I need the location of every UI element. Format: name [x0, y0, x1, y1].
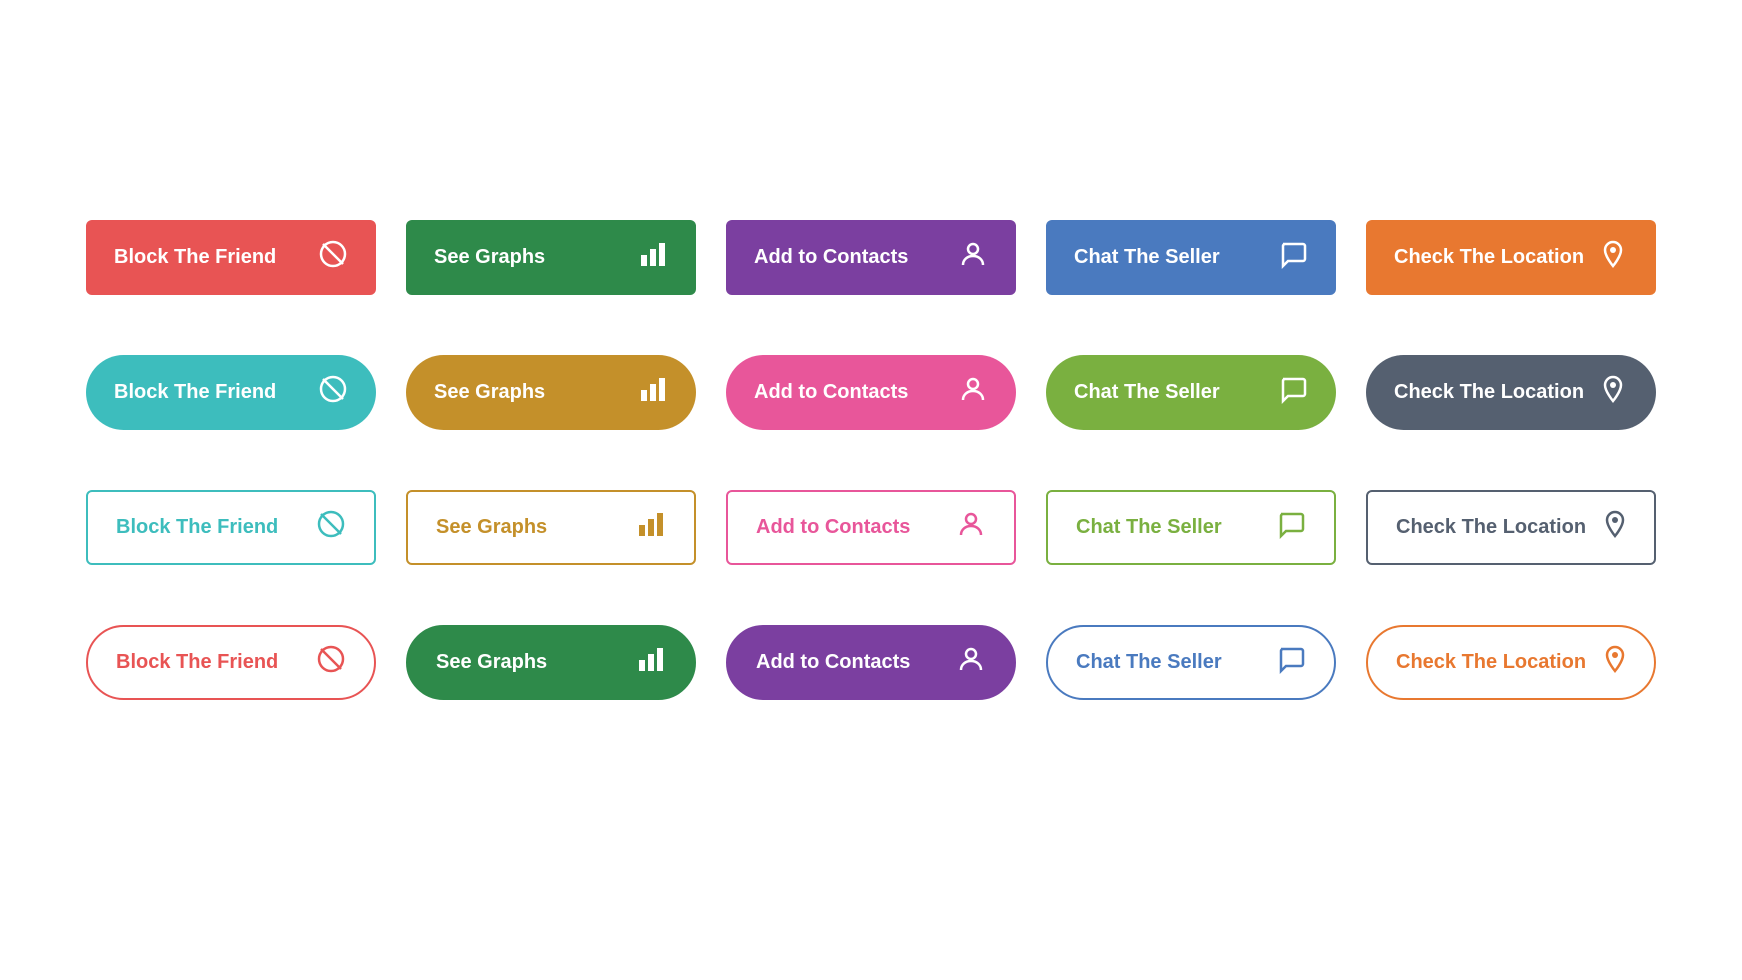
chat-icon-1 [1278, 239, 1308, 276]
contacts-icon-4 [956, 644, 986, 681]
location-icon-1 [1598, 239, 1628, 276]
graphs-icon-4 [636, 644, 666, 681]
button-row-1: Block The Friend See Graphs Add to Conta… [60, 220, 1682, 295]
chat-seller-label-2: Chat The Seller [1074, 381, 1220, 404]
chat-seller-button-3[interactable]: Chat The Seller [1046, 490, 1336, 565]
check-location-button-1[interactable]: Check The Location [1366, 220, 1656, 295]
check-location-label-1: Check The Location [1394, 246, 1584, 269]
add-contacts-label-1: Add to Contacts [754, 246, 908, 269]
check-location-button-2[interactable]: Check The Location [1366, 355, 1656, 430]
see-graphs-label-4: See Graphs [436, 651, 547, 674]
block-friend-label-1: Block The Friend [114, 246, 276, 269]
block-friend-button-3[interactable]: Block The Friend [86, 490, 376, 565]
add-contacts-label-3: Add to Contacts [756, 516, 910, 539]
graphs-icon-1 [638, 239, 668, 276]
chat-icon-4 [1276, 644, 1306, 681]
contacts-icon-1 [958, 239, 988, 276]
button-row-4: Block The Friend See Graphs Add to Conta… [60, 625, 1682, 700]
add-contacts-label-2: Add to Contacts [754, 381, 908, 404]
location-icon-3 [1600, 509, 1630, 546]
chat-icon-3 [1276, 509, 1306, 546]
contacts-icon-2 [958, 374, 988, 411]
chat-seller-button-2[interactable]: Chat The Seller [1046, 355, 1336, 430]
check-location-label-2: Check The Location [1394, 381, 1584, 404]
block-friend-button-2[interactable]: Block The Friend [86, 355, 376, 430]
contacts-icon-3 [956, 509, 986, 546]
add-contacts-button-4[interactable]: Add to Contacts [726, 625, 1016, 700]
block-friend-label-4: Block The Friend [116, 651, 278, 674]
block-friend-button-1[interactable]: Block The Friend [86, 220, 376, 295]
see-graphs-button-3[interactable]: See Graphs [406, 490, 696, 565]
chat-seller-button-1[interactable]: Chat The Seller [1046, 220, 1336, 295]
see-graphs-label-3: See Graphs [436, 516, 547, 539]
chat-seller-label-1: Chat The Seller [1074, 246, 1220, 269]
location-icon-2 [1598, 374, 1628, 411]
chat-seller-label-3: Chat The Seller [1076, 516, 1222, 539]
see-graphs-button-4[interactable]: See Graphs [406, 625, 696, 700]
block-friend-label-2: Block The Friend [114, 381, 276, 404]
block-friend-label-3: Block The Friend [116, 516, 278, 539]
graphs-icon-3 [636, 509, 666, 546]
button-row-3: Block The Friend See Graphs Add to Conta… [60, 490, 1682, 565]
add-contacts-button-2[interactable]: Add to Contacts [726, 355, 1016, 430]
see-graphs-button-2[interactable]: See Graphs [406, 355, 696, 430]
block-friend-button-4[interactable]: Block The Friend [86, 625, 376, 700]
check-location-label-4: Check The Location [1396, 651, 1586, 674]
chat-icon-2 [1278, 374, 1308, 411]
add-contacts-button-1[interactable]: Add to Contacts [726, 220, 1016, 295]
check-location-label-3: Check The Location [1396, 516, 1586, 539]
check-location-button-3[interactable]: Check The Location [1366, 490, 1656, 565]
block-icon-3 [316, 509, 346, 546]
add-contacts-label-4: Add to Contacts [756, 651, 910, 674]
block-icon-2 [318, 374, 348, 411]
see-graphs-label-2: See Graphs [434, 381, 545, 404]
graphs-icon-2 [638, 374, 668, 411]
chat-seller-button-4[interactable]: Chat The Seller [1046, 625, 1336, 700]
see-graphs-button-1[interactable]: See Graphs [406, 220, 696, 295]
see-graphs-label-1: See Graphs [434, 246, 545, 269]
add-contacts-button-3[interactable]: Add to Contacts [726, 490, 1016, 565]
button-row-2: Block The Friend See Graphs Add to Conta… [60, 355, 1682, 430]
location-icon-4 [1600, 644, 1630, 681]
check-location-button-4[interactable]: Check The Location [1366, 625, 1656, 700]
block-icon-1 [318, 239, 348, 276]
chat-seller-label-4: Chat The Seller [1076, 651, 1222, 674]
block-icon-4 [316, 644, 346, 681]
